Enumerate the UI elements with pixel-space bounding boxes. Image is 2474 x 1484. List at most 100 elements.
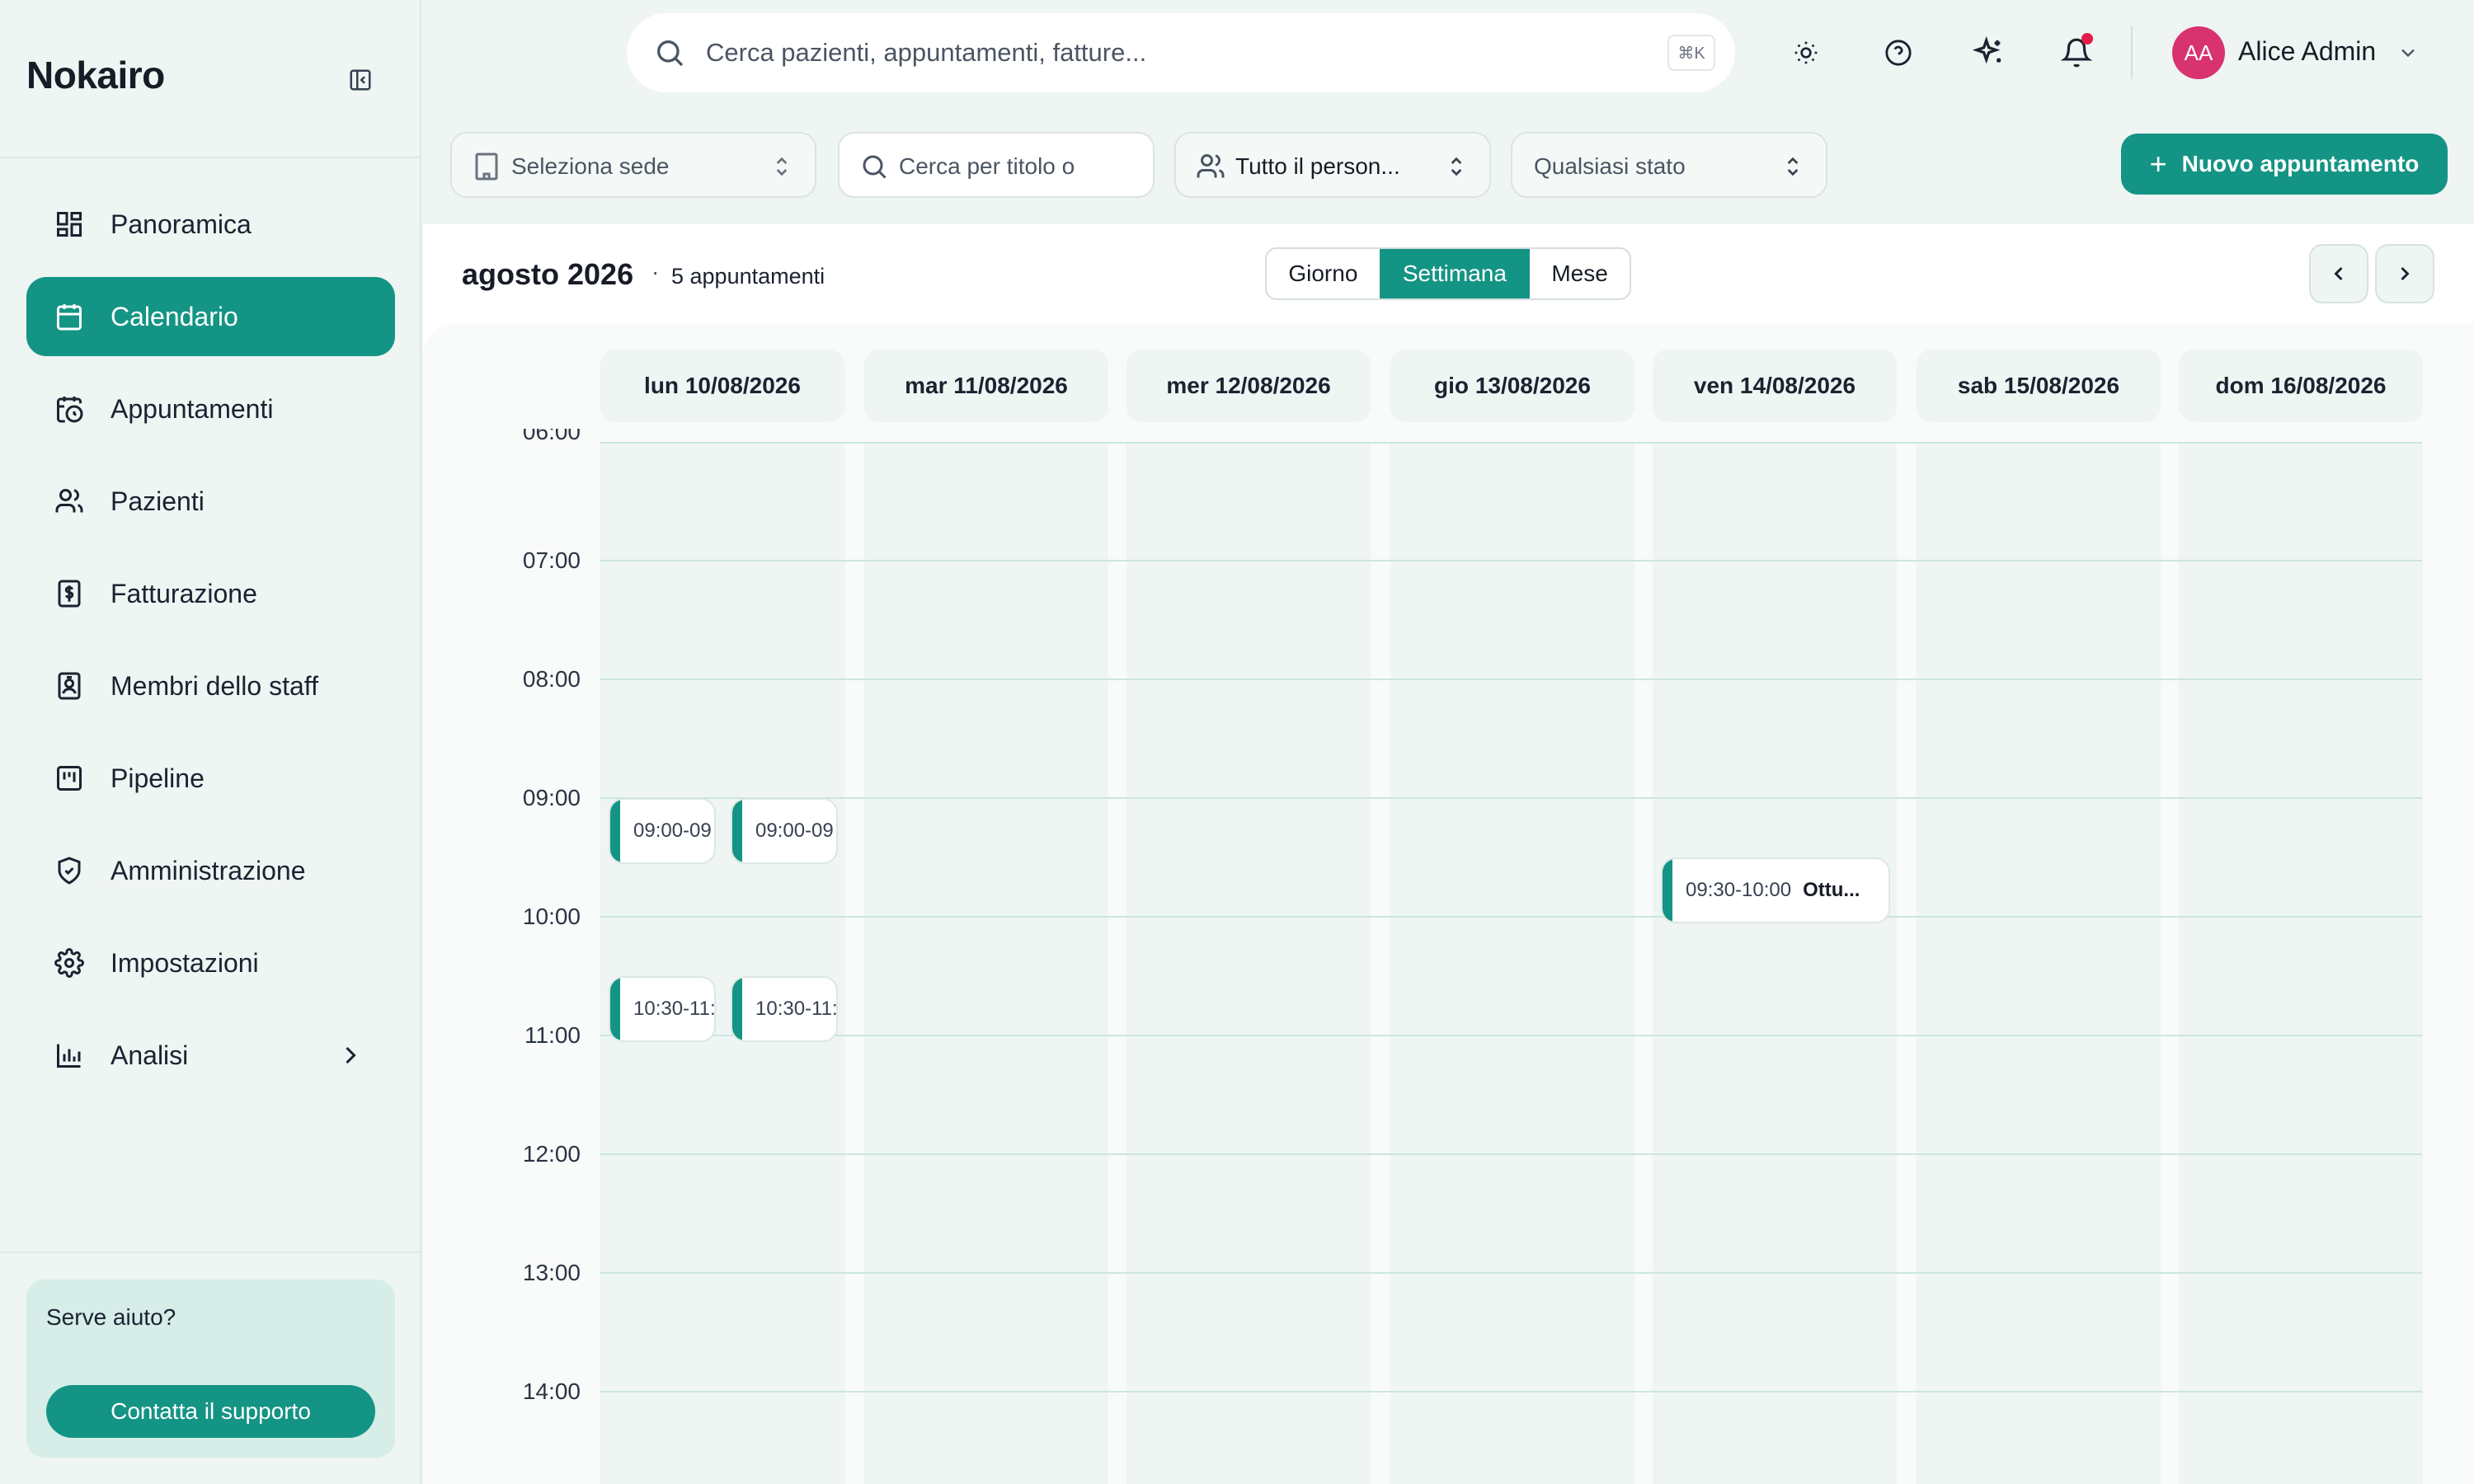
sidebar-item-amministrazione[interactable]: Amministrazione: [26, 831, 395, 910]
help-circle-icon: [1885, 40, 1912, 66]
sidebar-item-impostazioni[interactable]: Impostazioni: [26, 923, 395, 1003]
search-icon: [863, 155, 887, 179]
sidebar-item-membri-staff[interactable]: Membri dello staff: [26, 646, 395, 726]
event-color-bar: [732, 978, 742, 1040]
site-select-label: Seleziona sede: [511, 153, 670, 179]
day-header[interactable]: lun 10/08/2026: [600, 350, 844, 422]
sidebar-item-label: Analisi: [111, 1040, 189, 1070]
new-appointment-label: Nuovo appuntamento: [2181, 151, 2420, 176]
hour-label: 07:00: [522, 547, 581, 573]
bar-chart-icon: [53, 1039, 86, 1072]
day-column[interactable]: [1390, 442, 1634, 1484]
status-select-label: Qualsiasi stato: [1534, 153, 1686, 179]
hour-line: [600, 1035, 2422, 1036]
appointment-event[interactable]: 10:30-11:: [731, 976, 838, 1042]
sidebar-item-fatturazione[interactable]: Fatturazione: [26, 554, 395, 633]
avatar[interactable]: AA: [2172, 26, 2225, 79]
plus-icon: +: [2149, 147, 2167, 181]
sidebar-item-label: Pazienti: [111, 486, 205, 516]
chevron-down-icon[interactable]: [2396, 41, 2420, 64]
appointment-event[interactable]: 10:30-11:: [609, 976, 716, 1042]
chevron-left-icon: [2334, 266, 2343, 281]
brand-logo: Nokairo: [26, 54, 165, 96]
event-time: 09:30-10:00: [1686, 879, 1792, 901]
global-search-input[interactable]: Cerca pazienti, appuntamenti, fatture...…: [627, 13, 1735, 92]
view-day-button[interactable]: Giorno: [1267, 249, 1380, 298]
day-column[interactable]: [2179, 442, 2423, 1484]
event-title: Ottu...: [1803, 879, 1860, 901]
new-appointment-button[interactable]: + Nuovo appuntamento: [2121, 134, 2448, 195]
day-column[interactable]: [864, 442, 1108, 1484]
title-search-input[interactable]: Cerca per titolo o: [838, 132, 1155, 198]
view-week-button[interactable]: Settimana: [1379, 249, 1531, 298]
day-header[interactable]: sab 15/08/2026: [1917, 350, 2161, 422]
appointment-event[interactable]: 09:00-09: [731, 798, 838, 864]
day-header[interactable]: mar 11/08/2026: [864, 350, 1108, 422]
kanban-icon: [53, 762, 86, 795]
day-column[interactable]: [1917, 442, 2161, 1484]
day-header[interactable]: gio 13/08/2026: [1390, 350, 1634, 422]
notifications-button[interactable]: [2057, 33, 2096, 73]
day-column[interactable]: [1126, 442, 1371, 1484]
sidebar-item-label: Fatturazione: [111, 578, 257, 608]
site-select[interactable]: Seleziona sede: [450, 132, 816, 198]
hour-line: [600, 916, 2422, 918]
ai-assistant-button[interactable]: [1969, 33, 2009, 73]
chevrons-up-down-icon: [776, 157, 788, 176]
hour-label: 09:00: [522, 785, 581, 810]
view-month-button[interactable]: Mese: [1530, 249, 1630, 298]
users-icon: [53, 485, 86, 518]
sidebar-item-appuntamenti[interactable]: Appuntamenti: [26, 369, 395, 448]
building-icon: [475, 153, 498, 181]
staff-select[interactable]: Tutto il person...: [1174, 132, 1491, 198]
sidebar-item-pipeline[interactable]: Pipeline: [26, 739, 395, 818]
day-column[interactable]: [1653, 442, 1897, 1484]
help-button[interactable]: [1879, 33, 1918, 73]
day-column[interactable]: [600, 442, 844, 1484]
sidebar-item-panoramica[interactable]: Panoramica: [26, 185, 395, 264]
chevrons-up-down-icon: [1787, 157, 1799, 176]
topbar-divider: [2131, 26, 2133, 79]
chevrons-up-down-icon: [1451, 157, 1462, 176]
hour-line: [600, 1391, 2422, 1392]
calendar-month-title: agosto 2026: [462, 257, 634, 291]
next-week-button[interactable]: [2375, 244, 2434, 303]
sidebar-item-label: Amministrazione: [111, 855, 306, 885]
hour-line: [600, 797, 2422, 799]
chevron-right-icon: [2401, 266, 2410, 281]
sidebar-item-calendario[interactable]: Calendario: [26, 277, 395, 356]
event-label: 09:30-10:00 Ottu...: [1686, 879, 1860, 902]
chevron-right-icon: [346, 1046, 356, 1064]
sidebar-item-pazienti[interactable]: Pazienti: [26, 462, 395, 541]
theme-toggle-button[interactable]: [1786, 33, 1826, 73]
help-divider: [0, 1252, 421, 1253]
appointment-event[interactable]: 09:30-10:00 Ottu...: [1661, 857, 1890, 923]
hour-label: 10:00: [522, 904, 581, 929]
day-header[interactable]: mer 12/08/2026: [1126, 350, 1371, 422]
hour-line: [600, 1272, 2422, 1274]
previous-week-button[interactable]: [2309, 244, 2368, 303]
day-header[interactable]: ven 14/08/2026: [1653, 350, 1897, 422]
sidebar-item-analisi[interactable]: Analisi: [26, 1016, 395, 1095]
hour-label: 11:00: [524, 1022, 581, 1048]
hour-label: 13:00: [522, 1260, 581, 1285]
help-card: Serve aiuto? Contatta il supporto: [26, 1280, 395, 1458]
sidebar-item-label: Panoramica: [111, 209, 252, 239]
id-badge-icon: [53, 669, 86, 702]
notification-badge: [2081, 33, 2093, 45]
day-header[interactable]: dom 16/08/2026: [2179, 350, 2423, 422]
event-color-bar: [610, 978, 620, 1040]
status-select[interactable]: Qualsiasi stato: [1511, 132, 1827, 198]
sidebar-divider: [0, 157, 421, 158]
hour-label: 14:00: [522, 1378, 581, 1404]
view-toggle: Giorno Settimana Mese: [1265, 247, 1631, 300]
sidebar-item-label: Pipeline: [111, 763, 205, 793]
sidebar-collapse-button[interactable]: [345, 64, 376, 96]
hour-label: 08:00: [522, 666, 581, 692]
contact-support-button[interactable]: Contatta il supporto: [46, 1385, 375, 1438]
user-name[interactable]: Alice Admin: [2238, 36, 2376, 67]
sidebar-item-label: Calendario: [111, 301, 238, 331]
invoice-icon: [53, 577, 86, 610]
title-search-placeholder: Cerca per titolo o: [899, 153, 1075, 179]
appointment-event[interactable]: 09:00-09: [609, 798, 716, 864]
